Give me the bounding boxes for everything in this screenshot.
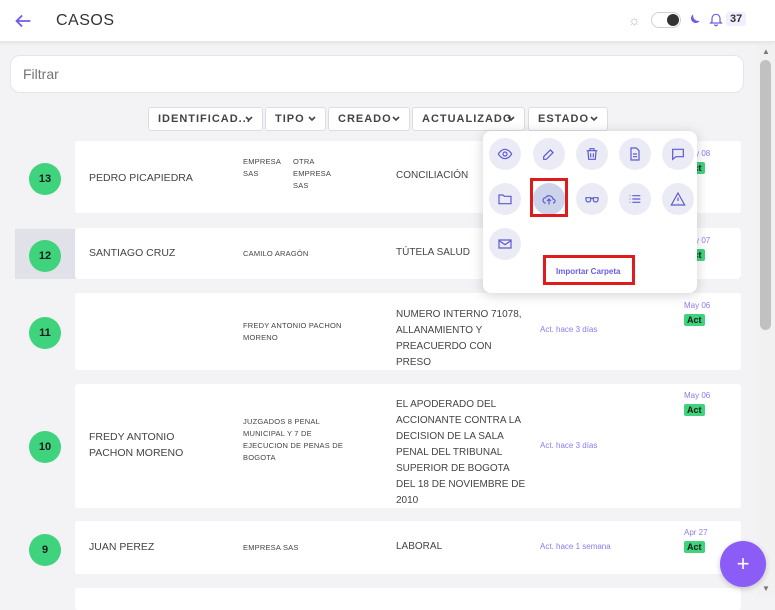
case-client: CAMILO ARAGÓN	[243, 249, 309, 258]
table-row[interactable]	[75, 588, 741, 610]
glasses-icon[interactable]	[576, 183, 608, 215]
column-header-label: TIPO	[275, 113, 305, 125]
eye-icon[interactable]	[489, 138, 521, 170]
case-number: 10	[29, 431, 61, 463]
status-badge: Act	[684, 404, 705, 416]
list-icon[interactable]	[619, 183, 651, 215]
case-matter: NUMERO INTERNO 71078, ALLANAMIENTO Y PRE…	[396, 309, 522, 368]
toggle-knob	[667, 14, 679, 26]
case-client: EMPRESA SAS	[243, 157, 281, 178]
scrollbar[interactable]: ▲ ▼	[757, 44, 775, 596]
case-matter: EL APODERADO DEL ACCIONANTE CONTRA LA DE…	[396, 399, 526, 506]
page-title: CASOS	[56, 12, 115, 29]
sun-icon: ☼	[628, 12, 641, 28]
scroll-thumb[interactable]	[760, 60, 771, 330]
case-name: SANTIAGO CRUZ	[89, 247, 176, 259]
arrow-left-icon[interactable]	[12, 10, 34, 32]
case-name: PEDRO PICAPIEDRA	[89, 172, 193, 184]
document-icon[interactable]	[619, 138, 651, 170]
scroll-up-icon[interactable]: ▲	[762, 47, 770, 56]
folder-icon[interactable]	[489, 183, 521, 215]
actions-popup: Importar Carpeta	[483, 131, 697, 293]
column-header-label: ESTADO	[538, 113, 590, 125]
top-bar: CASOS ☼ 37	[0, 0, 775, 42]
column-header-actualizado[interactable]: ACTUALIZADO	[412, 107, 525, 131]
moon-icon	[691, 14, 700, 23]
case-number: 9	[29, 534, 61, 566]
case-client: FREDY ANTONIO PACHON MORENO	[243, 321, 342, 342]
tooltip-import-folder: Importar Carpeta	[556, 267, 621, 276]
status-badge: Act	[684, 314, 705, 326]
column-header-identificador[interactable]: IDENTIFICAD...	[148, 107, 263, 131]
bell-icon[interactable]	[708, 10, 724, 28]
theme-toggle[interactable]	[651, 12, 681, 28]
filter-input[interactable]	[10, 55, 744, 93]
edit-icon[interactable]	[533, 138, 565, 170]
column-header-estado[interactable]: ESTADO	[528, 107, 608, 131]
case-name: FREDY ANTONIO PACHON MORENO	[89, 431, 184, 459]
highlight-box	[530, 178, 568, 217]
column-header-tipo[interactable]: TIPO	[265, 107, 326, 131]
chevron-down-icon	[308, 116, 316, 122]
warning-icon[interactable]	[662, 183, 694, 215]
scroll-down-icon[interactable]: ▼	[762, 584, 770, 593]
case-date: May 06	[684, 391, 711, 400]
column-header-label: CREADO	[338, 113, 392, 125]
comment-icon[interactable]	[662, 138, 694, 170]
case-matter: LABORAL	[396, 541, 443, 552]
chevron-down-icon	[590, 116, 598, 122]
add-case-button[interactable]: +	[720, 541, 766, 587]
notification-count: 37	[726, 12, 747, 26]
case-number: 11	[29, 317, 61, 349]
status-badge: Act	[684, 541, 705, 553]
trash-icon[interactable]	[576, 138, 608, 170]
case-activity: Act. hace 3 días	[540, 325, 598, 334]
case-number: 12	[29, 240, 61, 272]
case-client: JUZGADOS 8 PENAL MUNICIPAL Y 7 DE EJECUC…	[243, 417, 344, 462]
chevron-down-icon	[507, 116, 515, 122]
case-date: Apr 27	[684, 528, 708, 537]
case-client: OTRA EMPRESA SAS	[293, 157, 331, 190]
column-header-label: IDENTIFICAD...	[158, 113, 251, 125]
case-activity: Act. hace 3 días	[540, 441, 598, 450]
mail-icon[interactable]	[489, 228, 521, 260]
case-number: 13	[29, 163, 61, 195]
case-date: May 06	[684, 301, 711, 310]
case-activity: Act. hace 1 semana	[540, 542, 611, 551]
column-header-label: ACTUALIZADO	[422, 113, 513, 125]
chevron-down-icon	[392, 116, 400, 122]
column-header-creado[interactable]: CREADO	[328, 107, 410, 131]
case-name: JUAN PEREZ	[89, 541, 155, 553]
chevron-down-icon	[245, 116, 253, 122]
case-client: EMPRESA SAS	[243, 543, 299, 552]
